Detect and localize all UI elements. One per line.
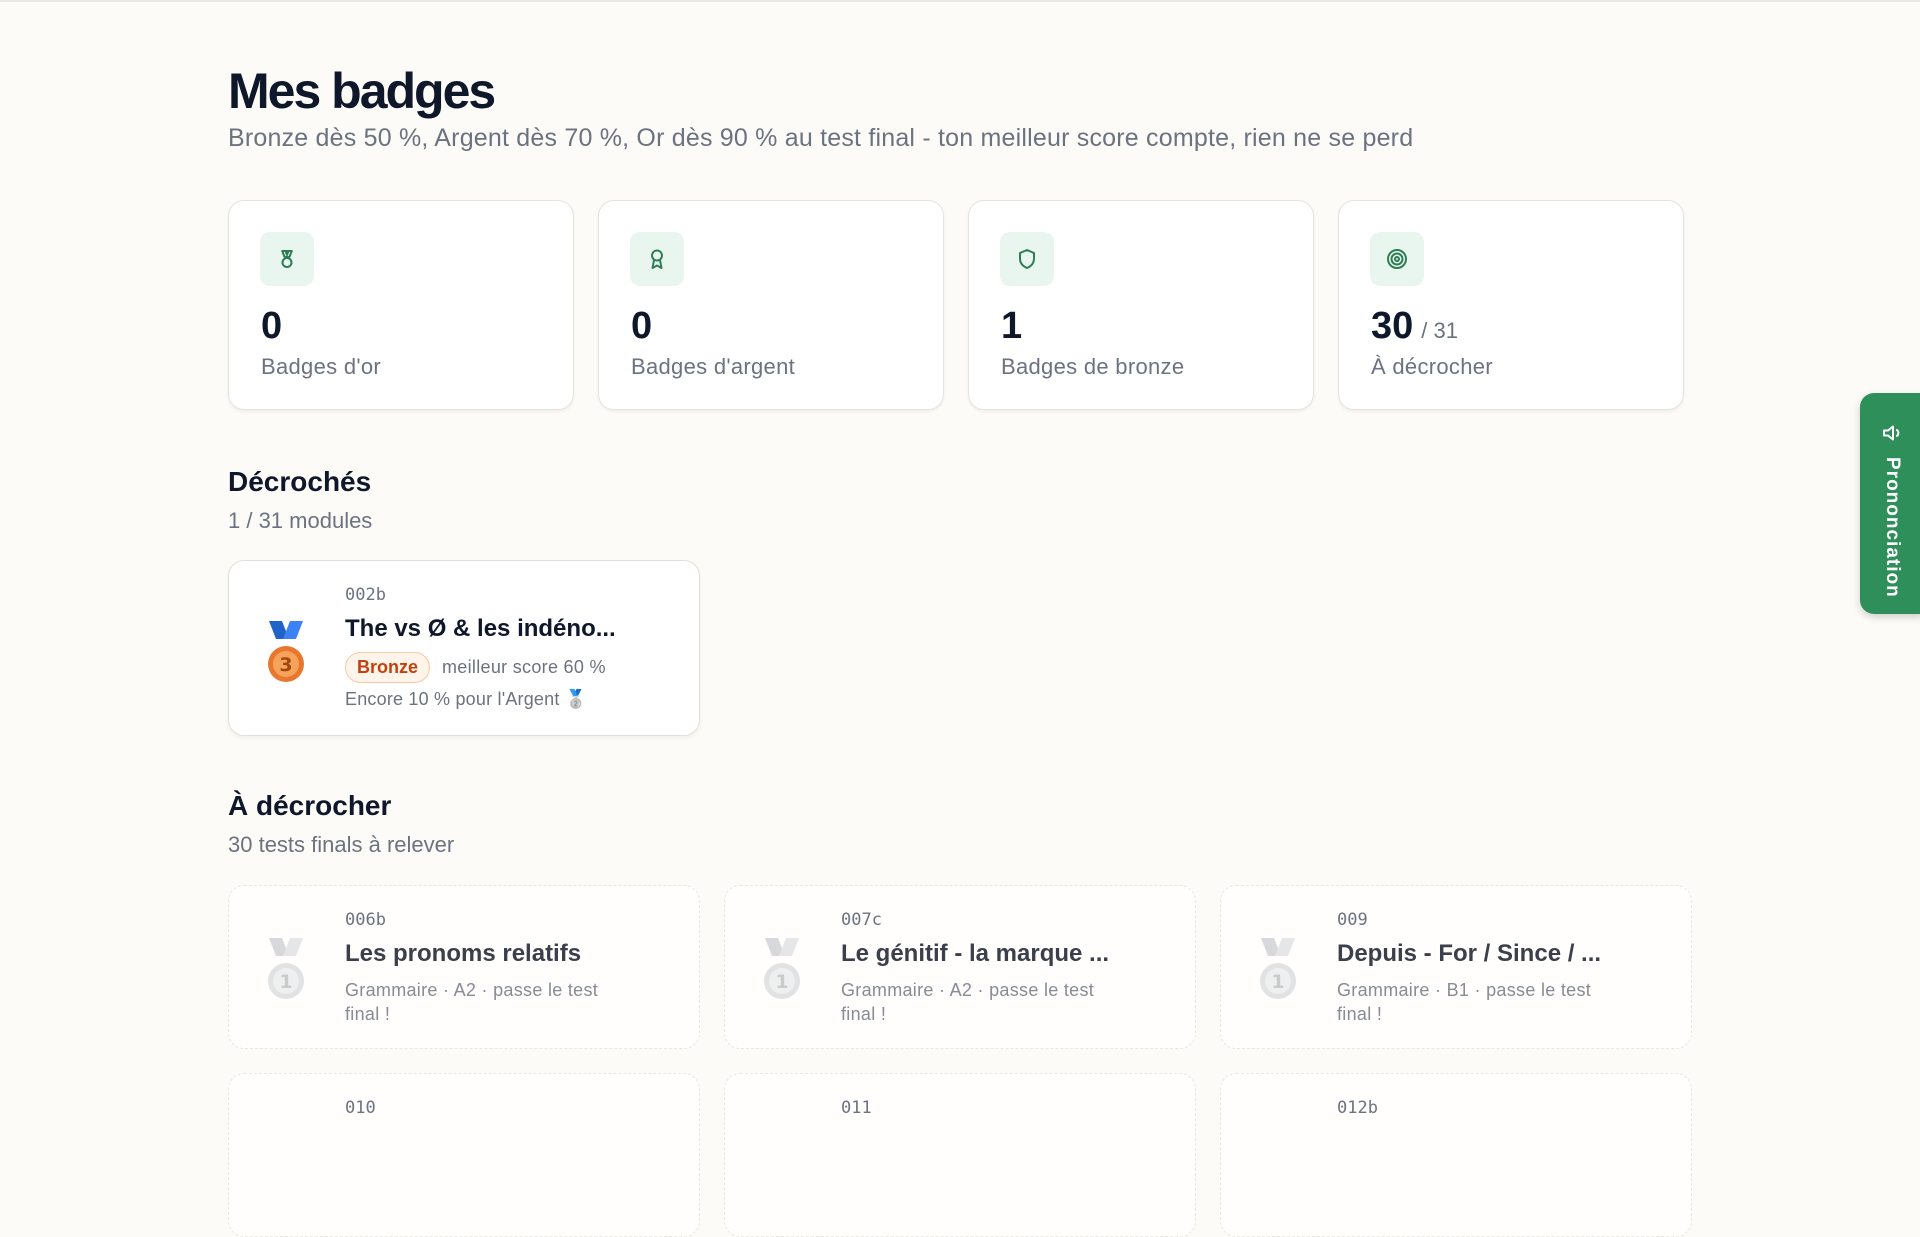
todo-module-card[interactable]: 1 006b Les pronoms relatifs Grammaire · … [228, 885, 700, 1049]
top-border [0, 0, 1920, 2]
module-meta: Grammaire · B1 · passe le test final ! [1337, 980, 1592, 1024]
bronze-medal-icon: 3 [268, 621, 304, 682]
earned-module-card[interactable]: 3 002b The vs Ø & les indéno... Bronze m… [228, 560, 700, 736]
stats-row: 0 Badges d'or 0 Badges d'argent 1 Badges… [228, 200, 1684, 410]
module-code: 011 [841, 1098, 872, 1118]
todo-module-card[interactable]: 1 007c Le génitif - la marque ... Gramma… [724, 885, 1196, 1049]
todo-section-title: À décrocher [228, 790, 392, 821]
module-code: 002b [345, 585, 386, 605]
stat-label: Badges d'argent [631, 354, 796, 379]
pronunciation-side-tab[interactable]: Prononciation [1860, 393, 1920, 614]
stat-card-remaining: 30/ 31 À décrocher [1338, 200, 1684, 410]
next-level-hint: Encore 10 % pour l'Argent 🥈 [345, 689, 588, 709]
page-title: Mes badges [228, 63, 496, 119]
best-score: meilleur score 60 % [442, 657, 606, 677]
module-code: 010 [345, 1098, 376, 1118]
target-icon [1370, 232, 1424, 286]
todo-module-card[interactable]: 011 [724, 1073, 1196, 1237]
svg-text:3: 3 [279, 654, 292, 676]
badge-row: Bronze meilleur score 60 % [345, 652, 606, 683]
module-name: Les pronoms relatifs [345, 940, 582, 967]
silver-medal-icon: 1 [764, 938, 800, 999]
stat-label: Badges d'or [261, 354, 382, 379]
module-meta: Grammaire · A2 · passe le test final ! [345, 980, 599, 1024]
stat-card-silver: 0 Badges d'argent [598, 200, 944, 410]
stat-value: 30/ 31 [1371, 305, 1458, 347]
module-name: Le génitif - la marque ... [841, 940, 1110, 967]
todo-module-card[interactable]: 012b [1220, 1073, 1692, 1237]
stat-value: 1 [1001, 305, 1023, 347]
silver-medal-icon: 1 [1260, 938, 1296, 999]
speaker-icon [1883, 425, 1900, 441]
module-code: 006b [345, 910, 386, 930]
module-code: 009 [1337, 910, 1368, 930]
medal-icon [260, 232, 314, 286]
award-icon [630, 232, 684, 286]
module-code: 012b [1337, 1098, 1378, 1118]
stat-label: À décrocher [1371, 354, 1493, 379]
pronunciation-tab-label: Prononciation [1882, 457, 1903, 598]
stat-card-gold: 0 Badges d'or [228, 200, 574, 410]
page-subtitle: Bronze dès 50 %, Argent dès 70 %, Or dès… [228, 124, 1414, 152]
svg-text:1: 1 [279, 971, 292, 993]
silver-medal-icon: 1 [268, 938, 304, 999]
bronze-badge: Bronze [345, 652, 431, 683]
module-code: 007c [841, 910, 882, 930]
module-name: The vs Ø & les indéno... [345, 615, 616, 642]
module-name: Depuis - For / Since / ... [1337, 940, 1602, 967]
module-meta: Grammaire · A2 · passe le test final ! [841, 980, 1095, 1024]
earned-section-subtitle: 1 / 31 modules [228, 508, 373, 533]
shield-icon [1000, 232, 1054, 286]
todo-section-subtitle: 30 tests finals à relever [228, 832, 455, 857]
todo-module-card[interactable]: 010 [228, 1073, 700, 1237]
stat-card-bronze: 1 Badges de bronze [968, 200, 1314, 410]
svg-text:1: 1 [1271, 971, 1284, 993]
stat-label: Badges de bronze [1001, 354, 1185, 379]
stat-value: 0 [261, 305, 283, 347]
stat-value: 0 [631, 305, 653, 347]
todo-module-card[interactable]: 1 009 Depuis - For / Since / ... Grammai… [1220, 885, 1692, 1049]
svg-text:1: 1 [775, 971, 788, 993]
earned-section-title: Décrochés [228, 466, 372, 497]
stat-total: / 31 [1421, 318, 1458, 343]
